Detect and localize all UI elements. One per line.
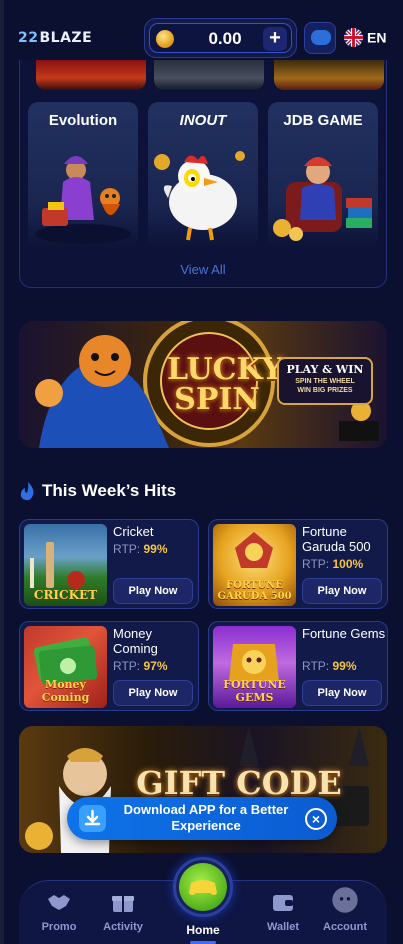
deposit-plus-button[interactable]: + — [263, 27, 287, 51]
thumb-title: FORTUNE GARUDA 500 — [217, 580, 292, 602]
rtp-value: 100% — [332, 557, 364, 571]
rtp-line: RTP: 97% — [113, 659, 168, 673]
coin-icon — [156, 30, 174, 48]
rtp-line: RTP: 99% — [302, 659, 357, 673]
game-name: Money Coming — [113, 626, 158, 656]
game-name: Fortune Garuda 500 — [302, 524, 371, 554]
lucky-spin-banner[interactable]: LUCKY SPIN PLAY & WIN SPIN THE WHEEL WIN… — [19, 321, 387, 448]
nav-label-home[interactable]: Home — [173, 923, 233, 937]
game-thumb-partial[interactable] — [274, 60, 384, 90]
nav-item-activity[interactable]: Activity — [91, 891, 155, 933]
thumb-title: CRICKET — [33, 588, 98, 602]
home-button[interactable] — [173, 857, 233, 917]
language-selector[interactable]: EN — [344, 28, 386, 48]
provider-card-jdb[interactable]: JDB GAME — [268, 102, 378, 248]
thumb-title: Money Coming — [41, 678, 90, 704]
cricket-thumbnail: CRICKET — [24, 524, 107, 606]
left-edge — [0, 0, 4, 944]
balance-box: 0.00 + — [144, 18, 297, 58]
rtp-value: 99% — [332, 659, 357, 673]
close-icon[interactable]: × — [305, 808, 327, 830]
top-thumbnails — [26, 60, 384, 90]
balance-amount: 0.00 — [208, 29, 242, 48]
logo-prefix: 22 — [18, 30, 39, 46]
download-icon — [79, 805, 106, 832]
section-title-hits: This Week’s Hits — [19, 481, 176, 503]
flame-icon — [20, 482, 34, 501]
play-now-button[interactable]: Play Now — [113, 680, 193, 706]
provider-card-evolution[interactable]: Evolution — [28, 102, 138, 248]
money-thumbnail: Money Coming — [24, 626, 107, 708]
download-app-toast[interactable]: Download APP for a Better Experience × — [67, 797, 337, 840]
provider-card-inout[interactable]: INOUT — [148, 102, 258, 248]
header: 22BLAZE 0.00 + EN — [4, 18, 403, 60]
rtp-label: RTP: — [113, 659, 141, 673]
balance-inner: 0.00 + — [149, 23, 292, 53]
game-thumb-partial[interactable] — [36, 60, 146, 90]
provider-name: JDB GAME — [283, 112, 363, 129]
rtp-value: 99% — [143, 542, 168, 556]
bottom-nav: Promo Activity Home Wallet Account — [19, 857, 387, 944]
game-card-money-coming[interactable]: Money Coming Money Coming RTP: 97% Play … — [19, 621, 199, 711]
gamepad-icon — [179, 863, 227, 911]
nav-label: Wallet — [267, 921, 299, 933]
gift-icon — [112, 896, 134, 912]
nav-item-account[interactable]: Account — [313, 887, 377, 933]
rtp-line: RTP: 100% — [302, 557, 363, 571]
rtp-label: RTP: — [113, 542, 141, 556]
lucky-spin-line1: LUCKY — [167, 352, 284, 387]
lucky-spin-title: LUCKY SPIN — [167, 352, 284, 417]
play-now-button[interactable]: Play Now — [302, 680, 382, 706]
nav-label: Promo — [41, 921, 77, 933]
providers-panel: Evolution INOUT JDB GAME View All — [19, 60, 387, 288]
chicken-illustration — [154, 151, 245, 241]
chat-button[interactable] — [304, 22, 336, 54]
lucky-spin-line2: SPIN — [174, 382, 260, 417]
play-win-box: PLAY & WIN SPIN THE WHEEL WIN BIG PRIZES — [277, 357, 373, 405]
nav-item-wallet[interactable]: Wallet — [251, 891, 315, 933]
game-thumb-partial[interactable] — [154, 60, 264, 90]
logo-text: BLAZE — [39, 30, 93, 46]
game-card-fortune-gems[interactable]: FORTUNE GEMS Fortune Gems RTP: 99% Play … — [208, 621, 388, 711]
play-win-sub2: WIN BIG PRIZES — [297, 387, 353, 394]
wallet-icon — [273, 895, 293, 911]
nav-label: Activity — [103, 921, 143, 933]
logo[interactable]: 22BLAZE — [18, 30, 92, 50]
toast-text: Download APP for a Better Experience — [123, 802, 289, 833]
game-name: Cricket — [113, 524, 154, 539]
thumb-title: FORTUNE GEMS — [223, 678, 286, 704]
uk-flag-icon — [344, 28, 363, 47]
play-now-button[interactable]: Play Now — [113, 578, 193, 604]
provider-name: Evolution — [48, 112, 118, 129]
nav-item-promo[interactable]: Promo — [27, 891, 91, 933]
game-card-cricket[interactable]: CRICKET Cricket RTP: 99% Play Now — [19, 519, 199, 609]
rtp-label: RTP: — [302, 557, 330, 571]
section-label: This Week’s Hits — [42, 481, 177, 500]
handshake-icon — [48, 895, 70, 910]
provider-name: INOUT — [179, 112, 227, 129]
nav-label: Account — [323, 921, 367, 933]
play-win-title: PLAY & WIN — [286, 363, 364, 376]
rtp-line: RTP: 99% — [113, 542, 168, 556]
game-card-fortune-garuda[interactable]: FORTUNE GARUDA 500 Fortune Garuda 500 RT… — [208, 519, 388, 609]
game-name: Fortune Gems — [302, 626, 386, 641]
view-all-link[interactable]: View All — [20, 262, 386, 277]
play-win-sub1: SPIN THE WHEEL — [295, 378, 355, 385]
gems-thumbnail: FORTUNE GEMS — [213, 626, 296, 708]
play-now-button[interactable]: Play Now — [302, 578, 382, 604]
chat-icon — [311, 30, 331, 45]
genie-illustration — [35, 156, 131, 244]
rtp-label: RTP: — [302, 659, 330, 673]
rtp-value: 97% — [143, 659, 168, 673]
garuda-thumbnail: FORTUNE GARUDA 500 — [213, 524, 296, 606]
rich-man-illustration — [273, 157, 372, 241]
avatar-icon — [332, 887, 358, 913]
language-label: EN — [367, 29, 387, 46]
